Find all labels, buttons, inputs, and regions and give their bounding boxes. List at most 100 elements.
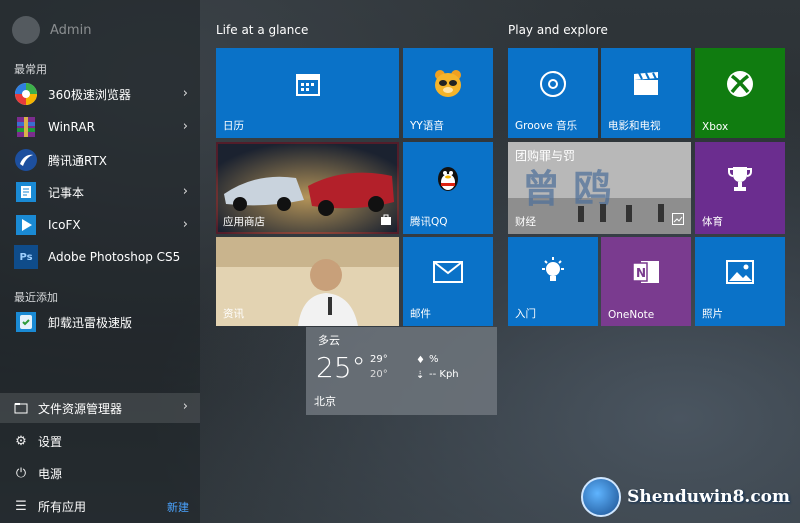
clapperboard-icon [632, 71, 660, 100]
app-label: IcoFX [48, 218, 81, 232]
photoshop-icon: Ps [14, 245, 38, 269]
app-notepad[interactable]: 记事本 › [14, 178, 200, 206]
power-label: 电源 [38, 466, 63, 481]
file-explorer-button[interactable]: 文件资源管理器 › [0, 393, 200, 423]
photos-icon [726, 260, 754, 288]
winrar-icon [14, 115, 38, 139]
user-name: Admin [50, 22, 92, 38]
app-label: Adobe Photoshop CS5 [48, 250, 181, 264]
humidity-drop-icon: ♦ [416, 355, 425, 366]
app-label: 腾讯通RTX [48, 153, 108, 168]
file-explorer-label: 文件资源管理器 [38, 401, 123, 416]
tile-xbox[interactable]: Xbox [695, 48, 785, 138]
app-photoshop[interactable]: Ps Adobe Photoshop CS5 [14, 243, 200, 271]
tile-yy[interactable]: YY语音 [403, 48, 493, 138]
gear-icon: ⚙ [15, 433, 27, 449]
watermark-logo-icon [581, 477, 622, 517]
tile-label: 电影和电视 [608, 120, 661, 132]
chevron-right-icon[interactable]: › [183, 119, 188, 134]
tile-label: 照片 [702, 308, 723, 320]
tile-sports[interactable]: 体育 [695, 142, 785, 234]
tile-mail[interactable]: 邮件 [403, 237, 493, 326]
tile-qq[interactable]: 腾讯QQ [403, 142, 493, 234]
most-used-heading: 最常用 [14, 63, 47, 76]
app-uninstall-xunlei[interactable]: 卸载迅雷极速版 [14, 308, 200, 336]
tile-get-started[interactable]: 入门 [508, 237, 598, 326]
yy-bear-icon [431, 67, 465, 105]
weather-low: 20° [370, 369, 388, 380]
user-avatar [12, 16, 40, 44]
mail-icon [433, 261, 463, 287]
power-button[interactable]: ⏻ 电源 [0, 458, 200, 488]
trophy-icon [727, 165, 753, 197]
chevron-right-icon[interactable]: › [183, 399, 188, 414]
tile-photos[interactable]: 照片 [695, 237, 785, 326]
weather-condition: 多云 [318, 334, 340, 347]
onenote-icon: N [631, 257, 661, 291]
tile-store[interactable]: 应用商店 [216, 142, 399, 234]
weather-city: 北京 [314, 395, 336, 408]
tile-label: YY语音 [410, 120, 444, 132]
power-icon: ⏻ [15, 465, 27, 481]
app-label: 360极速浏览器 [48, 87, 131, 102]
site-watermark: Shenduwin8.com [581, 477, 790, 517]
tile-groove[interactable]: Groove 音乐 [508, 48, 598, 138]
wind-icon: ⇣ [416, 370, 425, 381]
app-label: 记事本 [48, 185, 85, 200]
tile-label: 应用商店 [223, 216, 265, 228]
tile-label: Groove 音乐 [515, 120, 578, 132]
rtx-icon [14, 148, 38, 172]
lightbulb-icon [540, 257, 566, 291]
new-link[interactable]: 新建 [167, 499, 189, 515]
store-bag-icon [380, 210, 392, 229]
tile-finance[interactable]: 曾 鸥 团购罪与罚 财经 [508, 142, 691, 234]
group-title-play[interactable]: Play and explore [508, 23, 608, 37]
tile-label: 入门 [515, 308, 536, 320]
tile-weather[interactable]: 多云 25° 29° 20° ♦ % ⇣ -- Kph 北京 [306, 327, 497, 415]
uninstall-icon [14, 310, 38, 334]
app-icofx[interactable]: IcoFX › [14, 211, 200, 239]
xbox-icon [725, 69, 755, 103]
all-apps-label: 所有应用 [38, 499, 87, 514]
tile-label: 腾讯QQ [410, 216, 448, 228]
settings-button[interactable]: ⚙ 设置 [0, 426, 200, 456]
calendar-icon [295, 71, 321, 101]
tile-label: Xbox [702, 121, 729, 133]
tile-label: 资讯 [223, 308, 244, 320]
tile-label: OneNote [608, 309, 655, 321]
folder-icon [14, 401, 28, 415]
app-label: WinRAR [48, 120, 95, 134]
360-browser-icon [14, 82, 38, 106]
chevron-right-icon[interactable]: › [183, 86, 188, 101]
chevron-right-icon[interactable]: › [183, 217, 188, 232]
tile-label: 日历 [223, 120, 244, 132]
weather-wind: -- Kph [429, 369, 459, 380]
weather-humidity: % [429, 354, 439, 365]
svg-text:曾 鸥: 曾 鸥 [522, 167, 611, 211]
group-title-life[interactable]: Life at a glance [216, 23, 308, 37]
app-360-browser[interactable]: 360极速浏览器 › [14, 80, 200, 108]
watermark-text: Shenduwin8.com [627, 487, 790, 507]
app-winrar[interactable]: WinRAR › [14, 113, 200, 141]
tile-label: 邮件 [410, 308, 431, 320]
qq-penguin-icon [435, 164, 461, 198]
weather-high: 29° [370, 354, 388, 365]
recently-added-heading: 最近添加 [14, 291, 58, 304]
tile-calendar[interactable]: 日历 [216, 48, 399, 138]
list-icon: ☰ [15, 498, 27, 514]
app-rtx[interactable]: 腾讯通RTX [14, 146, 200, 174]
chevron-right-icon[interactable]: › [183, 184, 188, 199]
weather-temperature: 25° [316, 351, 366, 384]
app-label: 卸载迅雷极速版 [48, 315, 133, 330]
svg-text:N: N [636, 266, 646, 280]
tile-news[interactable]: 资讯 [216, 237, 399, 326]
tile-label: 财经 [515, 216, 536, 228]
finance-headline: 团购罪与罚 [515, 149, 576, 163]
user-account[interactable]: Admin [12, 16, 91, 44]
icofx-icon [14, 213, 38, 237]
tile-movies[interactable]: 电影和电视 [601, 48, 691, 138]
groove-music-icon [539, 70, 567, 102]
chart-icon [672, 210, 684, 229]
tile-onenote[interactable]: N OneNote [601, 237, 691, 326]
start-left-panel: Admin 最常用 360极速浏览器 › WinRAR › 腾讯通RTX 记事本… [0, 0, 200, 523]
